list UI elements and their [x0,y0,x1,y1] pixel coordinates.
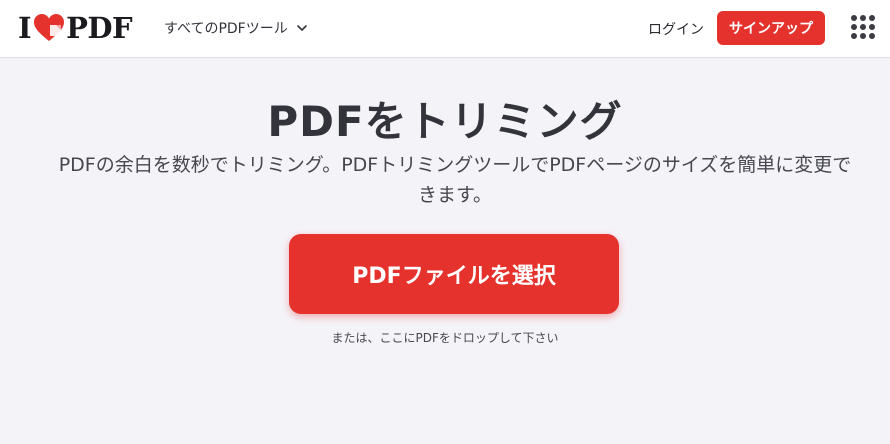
ilovepdf-logo[interactable]: I PDF [18,11,133,45]
grid-dots-icon[interactable] [851,15,875,41]
heart-icon [34,14,65,41]
page-title: PDFをトリミング [267,97,623,146]
page-subtitle: PDFの余白を数秒でトリミング。PDFトリミングツールでPDFページのサイズを簡… [58,154,852,206]
logo-text-right: PDF [66,11,133,45]
all-pdf-tools-menu[interactable]: すべてのPDFツール [164,17,308,39]
select-pdf-file-button[interactable]: PDFファイルを選択 [289,234,619,314]
logo-text-left: I [18,11,32,45]
tools-menu-label: すべてのPDFツール [164,21,288,37]
chevron-down-icon [296,25,307,31]
signup-button[interactable]: サインアップ [717,11,825,45]
drop-hint-text: または、ここにPDFをドロップして下さい [331,331,559,345]
top-navigation-bar: I PDF すべてのPDFツール ログイン サインアップ [0,0,890,58]
login-link[interactable]: ログイン [648,19,704,39]
